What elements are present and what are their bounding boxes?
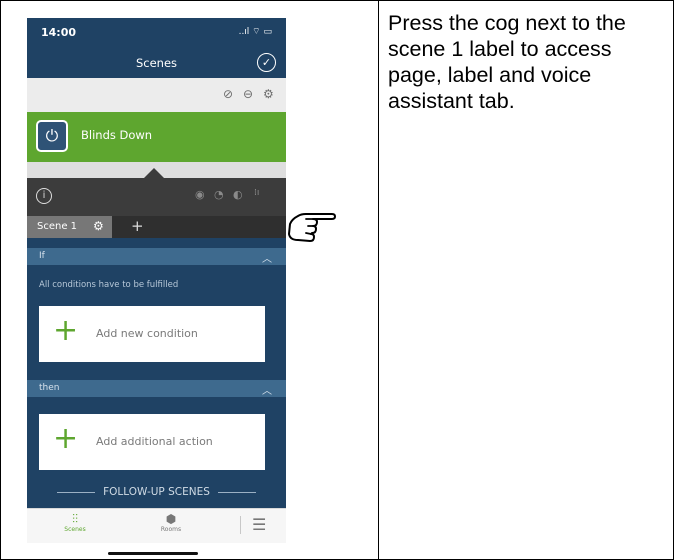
- pointer-notch: [143, 168, 165, 179]
- status-icons: ..ıl ⌔ ▭: [238, 27, 272, 37]
- status-bar: 14:00 ..ıl ⌔ ▭: [27, 18, 286, 48]
- tab-rooms[interactable]: ⬢ Rooms: [149, 512, 193, 534]
- tab-scenes[interactable]: ⫶⫶ Scenes: [53, 512, 97, 534]
- if-section-header[interactable]: If ︿: [27, 248, 286, 265]
- add-tab-button[interactable]: +: [131, 217, 144, 235]
- column-divider: [378, 0, 379, 560]
- divider-line: [57, 491, 96, 493]
- minus-circle-icon[interactable]: ⊖: [243, 87, 253, 101]
- if-label: If: [39, 251, 45, 261]
- plus-icon: +: [53, 313, 79, 348]
- chevron-up-icon[interactable]: ︿: [262, 250, 272, 265]
- tab-scenes-label: Scenes: [64, 526, 86, 533]
- scene-row[interactable]: ⏻ Blinds Down: [27, 112, 286, 162]
- nav-bar: Scenes ✓: [27, 48, 286, 78]
- clock-icon[interactable]: ◔: [214, 188, 224, 201]
- eye-slash-icon[interactable]: ⊘: [223, 87, 233, 101]
- add-action-label: Add additional action: [96, 435, 213, 448]
- contrast-icon[interactable]: ◐: [233, 188, 243, 201]
- status-time: 14:00: [41, 26, 77, 39]
- scene-toolbar: ⊘ ⊖ ⚙: [27, 78, 286, 112]
- tab-separator: [240, 516, 241, 534]
- radio-icon[interactable]: ◉: [195, 188, 205, 201]
- gear-icon[interactable]: ⚙: [263, 87, 274, 101]
- tab-bar: ⫶⫶ Scenes ⬢ Rooms ☰: [27, 508, 286, 543]
- stats-icon[interactable]: ⁞ı: [254, 188, 259, 198]
- chevron-up-icon[interactable]: ︿: [262, 382, 272, 397]
- tab-label: Scene 1: [37, 221, 78, 232]
- home-indicator: [108, 552, 198, 555]
- tab-scene-1[interactable]: Scene 1 ⚙: [27, 216, 112, 238]
- info-icon[interactable]: i: [36, 188, 52, 204]
- phone-screenshot: 14:00 ..ıl ⌔ ▭ Scenes ✓ ⊘ ⊖ ⚙ ⏻ Blinds D…: [27, 18, 286, 558]
- scene-options-bar: i ◉ ◔ ◐ ⁞ı: [27, 178, 286, 216]
- menu-icon[interactable]: ☰: [252, 515, 266, 534]
- page-title: Scenes: [135, 56, 178, 70]
- then-section-header[interactable]: then ︿: [27, 380, 286, 397]
- plus-icon: +: [53, 421, 79, 456]
- instruction-text: Press the cog next to the scene 1 label …: [388, 11, 626, 113]
- divider-line: [217, 491, 256, 493]
- add-condition-button[interactable]: + Add new condition: [39, 306, 265, 362]
- add-action-button[interactable]: + Add additional action: [39, 414, 265, 470]
- scene-tabs: Scene 1 ⚙ +: [27, 216, 286, 238]
- tab-rooms-label: Rooms: [160, 526, 182, 533]
- check-circle-icon[interactable]: ✓: [257, 53, 276, 72]
- add-condition-label: Add new condition: [96, 327, 198, 340]
- sliders-icon: ⫶⫶: [71, 512, 78, 526]
- then-label: then: [39, 383, 60, 393]
- gear-icon[interactable]: ⚙: [93, 219, 104, 233]
- conditions-note: All conditions have to be fulfilled: [39, 280, 179, 290]
- cube-icon: ⬢: [165, 512, 177, 526]
- scene-label: Blinds Down: [81, 128, 153, 142]
- follow-up-header: FOLLOW-UP SCENES: [27, 486, 286, 498]
- pointing-hand-icon: [288, 213, 336, 242]
- power-icon[interactable]: ⏻: [36, 120, 68, 152]
- follow-up-label: FOLLOW-UP SCENES: [103, 486, 210, 498]
